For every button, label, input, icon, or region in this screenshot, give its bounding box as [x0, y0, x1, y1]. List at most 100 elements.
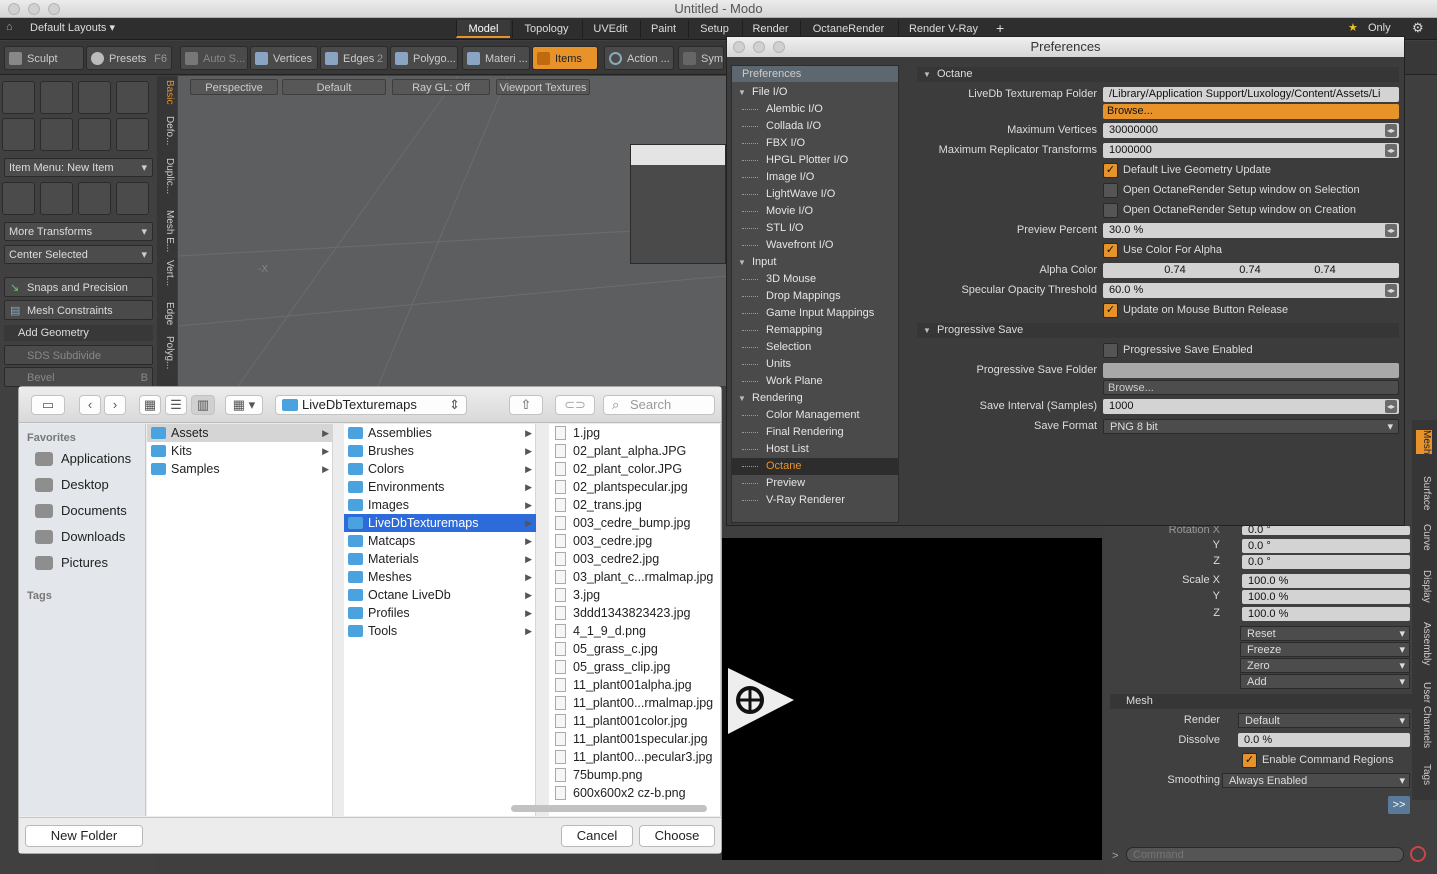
max-replicator-field[interactable]: 1000000 ◂▸: [1103, 143, 1399, 158]
tree-item-color-management[interactable]: Color Management: [732, 407, 898, 424]
enable-command-regions-checkbox[interactable]: ✓ Enable Command Regions: [1242, 753, 1393, 768]
action-center-button[interactable]: Action ...: [604, 46, 674, 70]
sidebar-item-applications[interactable]: Applications: [35, 448, 131, 470]
file-row[interactable]: 02_trans.jpg: [549, 496, 720, 514]
text-tool-icon[interactable]: [116, 118, 149, 151]
tree-item-fbx-i-o[interactable]: FBX I/O: [732, 135, 898, 152]
tree-item-final-rendering[interactable]: Final Rendering: [732, 424, 898, 441]
tool-tab-6[interactable]: Polyg...: [159, 336, 175, 369]
add-geometry-header[interactable]: Add Geometry: [4, 325, 153, 341]
file-row[interactable]: 003_cedre2.jpg: [549, 550, 720, 568]
more-transforms-dropdown[interactable]: More Transforms: [4, 222, 153, 242]
folder-row[interactable]: LiveDbTexturemaps ▶: [344, 514, 536, 532]
property-tab-5[interactable]: User Channels: [1416, 682, 1432, 748]
tree-item-rendering[interactable]: Rendering: [732, 390, 898, 407]
progressive-save-section-header[interactable]: Progressive Save: [917, 323, 1399, 338]
file-row[interactable]: 11_plant001alpha.jpg: [549, 676, 720, 694]
tree-item-3d-mouse[interactable]: 3D Mouse: [732, 271, 898, 288]
tree-item-hpgl-plotter-i-o[interactable]: HPGL Plotter I/O: [732, 152, 898, 169]
edges-button[interactable]: Edges 2: [320, 46, 388, 70]
tree-item-input[interactable]: Input: [732, 254, 898, 271]
tool-tab-2[interactable]: Duplic...: [159, 158, 175, 194]
file-row[interactable]: 03_plant_c...rmalmap.jpg: [549, 568, 720, 586]
item-menu-dropdown[interactable]: Item Menu: New Item: [4, 158, 153, 178]
alpha-color-b[interactable]: 0.74: [1295, 263, 1355, 278]
viewport-perspective-button[interactable]: Perspective: [190, 79, 278, 95]
zero-dropdown[interactable]: Zero: [1240, 658, 1410, 674]
sphere-primitive-icon[interactable]: [40, 81, 73, 114]
column-view-icon[interactable]: ▥: [191, 395, 215, 415]
tab-topology[interactable]: Topology: [512, 20, 580, 38]
update-on-release-checkbox[interactable]: ✓ Update on Mouse Button Release: [1103, 303, 1288, 318]
property-tab-3[interactable]: Display: [1416, 570, 1432, 603]
alpha-color-r[interactable]: 0.74: [1145, 263, 1205, 278]
list-view-icon[interactable]: ☰: [165, 395, 187, 415]
tree-item-drop-mappings[interactable]: Drop Mappings: [732, 288, 898, 305]
file-row[interactable]: 11_plant001specular.jpg: [549, 730, 720, 748]
sidebar-item-downloads[interactable]: Downloads: [35, 526, 125, 548]
open-on-creation-checkbox[interactable]: Open OctaneRender Setup window on Creati…: [1103, 203, 1356, 218]
rotation-y-field[interactable]: 0.0 °: [1242, 539, 1410, 553]
prefs-zoom-button[interactable]: [773, 41, 785, 53]
file-row[interactable]: 600x600x2 cz-b.png: [549, 784, 720, 802]
tool-tab-3[interactable]: Mesh E...: [159, 210, 175, 252]
gallery-view-icon[interactable]: ▦ ▾: [225, 395, 263, 415]
property-tab-4[interactable]: Assembly: [1416, 622, 1432, 665]
scale-x-field[interactable]: 100.0 %: [1242, 574, 1410, 588]
record-icon[interactable]: [1410, 846, 1426, 862]
search-field[interactable]: ⌕ Search: [603, 395, 715, 415]
tree-item-alembic-i-o[interactable]: Alembic I/O: [732, 101, 898, 118]
polygons-button[interactable]: Polygo...: [390, 46, 458, 70]
sds-subdivide-button[interactable]: SDS Subdivide: [4, 345, 153, 365]
scale-transform-icon[interactable]: [78, 182, 111, 215]
property-tab-0[interactable]: Mesh: [1416, 430, 1432, 455]
prefs-minimize-button[interactable]: [753, 41, 765, 53]
command-input[interactable]: [1126, 847, 1404, 862]
back-icon[interactable]: ‹: [79, 395, 101, 415]
viewport-default-button[interactable]: Default: [282, 79, 386, 95]
file-row[interactable]: 05_grass_clip.jpg: [549, 658, 720, 676]
center-selected-dropdown[interactable]: Center Selected: [4, 245, 153, 265]
prefs-close-button[interactable]: [733, 41, 745, 53]
file-row[interactable]: 02_plant_alpha.JPG: [549, 442, 720, 460]
tree-item-image-i-o[interactable]: Image I/O: [732, 169, 898, 186]
sidebar-item-desktop[interactable]: Desktop: [35, 474, 109, 496]
file-row[interactable]: 3ddd1343823423.jpg: [549, 604, 720, 622]
freeze-dropdown[interactable]: Freeze: [1240, 642, 1410, 658]
materials-button[interactable]: Materi ...: [462, 46, 530, 70]
tree-item-lightwave-i-o[interactable]: LightWave I/O: [732, 186, 898, 203]
only-toggle[interactable]: Only: [1368, 22, 1391, 34]
tool-tab-1[interactable]: Defo...: [159, 116, 175, 145]
minimize-window-button[interactable]: [28, 3, 40, 15]
items-button[interactable]: Items: [532, 46, 598, 70]
cone-primitive-icon[interactable]: [116, 81, 149, 114]
sidebar-toggle-icon[interactable]: ▭: [31, 395, 65, 415]
tree-item-units[interactable]: Units: [732, 356, 898, 373]
folder-row[interactable]: Samples ▶: [147, 460, 333, 478]
stepper-icon[interactable]: ◂▸: [1385, 400, 1397, 413]
dissolve-field[interactable]: 0.0 %: [1238, 733, 1410, 747]
folder-row[interactable]: Matcaps ▶: [344, 532, 536, 550]
new-folder-button[interactable]: New Folder: [25, 825, 143, 847]
tree-item-work-plane[interactable]: Work Plane: [732, 373, 898, 390]
bevel-button[interactable]: Bevel B: [4, 367, 153, 387]
tree-item-v-ray-renderer[interactable]: V-Ray Renderer: [732, 492, 898, 509]
folder-row[interactable]: Brushes ▶: [344, 442, 536, 460]
cylinder-primitive-icon[interactable]: [78, 81, 111, 114]
progressive-folder-field[interactable]: [1103, 363, 1399, 378]
tree-item-remapping[interactable]: Remapping: [732, 322, 898, 339]
stepper-icon[interactable]: ◂▸: [1385, 124, 1397, 137]
forward-icon[interactable]: ›: [104, 395, 126, 415]
reset-dropdown[interactable]: Reset: [1240, 626, 1410, 642]
tab-paint[interactable]: Paint: [640, 20, 686, 38]
zoom-window-button[interactable]: [48, 3, 60, 15]
pen-tool-icon[interactable]: [78, 118, 111, 151]
file-row[interactable]: 11_plant00...rmalmap.jpg: [549, 694, 720, 712]
folder-row[interactable]: Kits ▶: [147, 442, 333, 460]
horizontal-scrollbar[interactable]: [511, 805, 707, 812]
folder-row[interactable]: Materials ▶: [344, 550, 536, 568]
rotate-transform-icon[interactable]: [40, 182, 73, 215]
tool-tab-4[interactable]: Vert...: [159, 260, 175, 286]
viewport-viewport-textures-button[interactable]: Viewport Textures: [496, 79, 590, 95]
open-on-selection-checkbox[interactable]: Open OctaneRender Setup window on Select…: [1103, 183, 1360, 198]
